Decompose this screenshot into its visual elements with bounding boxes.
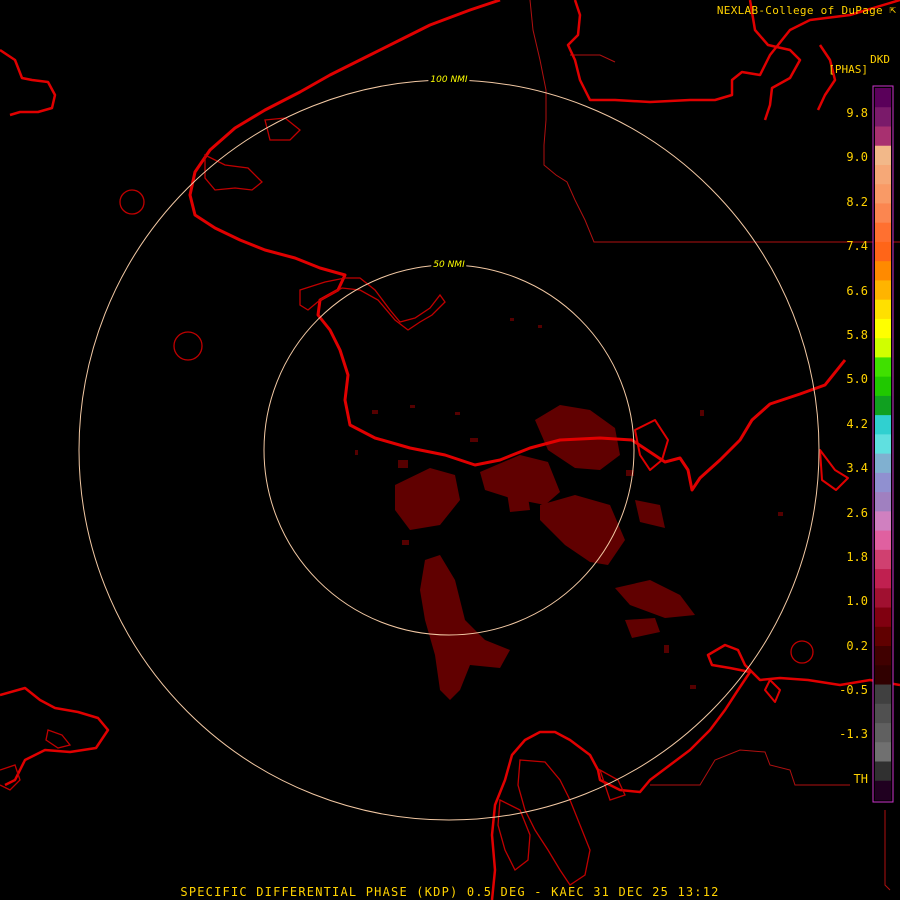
colorbar-cell bbox=[875, 395, 891, 416]
colorbar-cell bbox=[875, 723, 891, 743]
colorbar-cell bbox=[875, 241, 891, 262]
colorbar-label: 1.0 bbox=[846, 594, 868, 608]
colorbar-label: -0.5 bbox=[839, 683, 868, 697]
colorbar-label: 6.6 bbox=[846, 284, 868, 298]
ring-label-50: 50 NMI bbox=[431, 260, 467, 270]
colorbar-cell bbox=[875, 145, 891, 166]
colorbar-label: 5.0 bbox=[846, 372, 868, 386]
colorbar-cell bbox=[875, 434, 891, 455]
colorbar-cell bbox=[875, 280, 891, 301]
colorbar-cell bbox=[875, 338, 891, 358]
colorbar-label: 7.4 bbox=[846, 239, 868, 253]
product-code: DKD bbox=[870, 53, 890, 66]
colorbar-label: 3.4 bbox=[846, 461, 868, 475]
colorbar-cell bbox=[875, 780, 891, 801]
colorbar-cell bbox=[875, 569, 891, 589]
arrow-cursor-icon: ⇱ bbox=[889, 3, 896, 16]
colorbar-cell bbox=[875, 318, 891, 339]
colorbar-label: 1.8 bbox=[846, 550, 868, 564]
colorbar-cell bbox=[875, 549, 891, 570]
colorbar-cell bbox=[875, 665, 891, 685]
colorbar-cell bbox=[875, 703, 891, 724]
colorbar-cell bbox=[875, 88, 891, 108]
colorbar-cell bbox=[875, 511, 891, 531]
colorbar-cell bbox=[875, 261, 891, 281]
colorbar-cell bbox=[875, 761, 891, 782]
colorbar-label: TH bbox=[853, 772, 868, 786]
colorbar-cell bbox=[875, 607, 891, 628]
colorbar-label: 9.0 bbox=[846, 150, 868, 164]
colorbar-cell bbox=[875, 203, 891, 224]
unit-label: [PHAS] bbox=[828, 63, 868, 76]
colorbar-cell bbox=[875, 453, 891, 474]
colorbar-label: 4.2 bbox=[846, 417, 868, 431]
colorbar-cell bbox=[875, 626, 891, 647]
colorbar-cell bbox=[875, 126, 891, 147]
colorbar-cell bbox=[875, 492, 891, 512]
colorbar-label: 8.2 bbox=[846, 195, 868, 209]
colorbar-cell bbox=[875, 164, 891, 185]
colorbar-label: 5.8 bbox=[846, 328, 868, 342]
radar-display bbox=[0, 0, 900, 900]
product-footer: SPECIFIC DIFFERENTIAL PHASE (KDP) 0.5 DE… bbox=[180, 885, 720, 899]
colorbar-cell bbox=[875, 684, 891, 705]
colorbar-cell bbox=[875, 646, 891, 666]
echo-layer bbox=[395, 405, 695, 700]
colorbar-label: 9.8 bbox=[846, 106, 868, 120]
colorbar-label: 0.2 bbox=[846, 639, 868, 653]
colorbar-label: 2.6 bbox=[846, 506, 868, 520]
colorbar-cell bbox=[875, 588, 891, 608]
coastline bbox=[0, 0, 900, 900]
colorbar-cell bbox=[875, 107, 891, 127]
colorbar-cell bbox=[875, 357, 891, 378]
colorbar-cell bbox=[875, 742, 891, 762]
colorbar-cell bbox=[875, 184, 891, 204]
ring-label-100: 100 NMI bbox=[428, 75, 470, 85]
colorbar-cell bbox=[875, 299, 891, 320]
colorbar bbox=[872, 85, 894, 803]
colorbar-cell bbox=[875, 530, 891, 551]
colorbar-cell bbox=[875, 472, 891, 493]
colorbar-cell bbox=[875, 415, 891, 435]
colorbar-cells bbox=[875, 88, 891, 801]
colorbar-label: -1.3 bbox=[839, 727, 868, 741]
credit-text: NEXLAB-College of DuPage bbox=[716, 4, 883, 17]
colorbar-cell bbox=[875, 376, 891, 397]
colorbar-cell bbox=[875, 222, 891, 243]
